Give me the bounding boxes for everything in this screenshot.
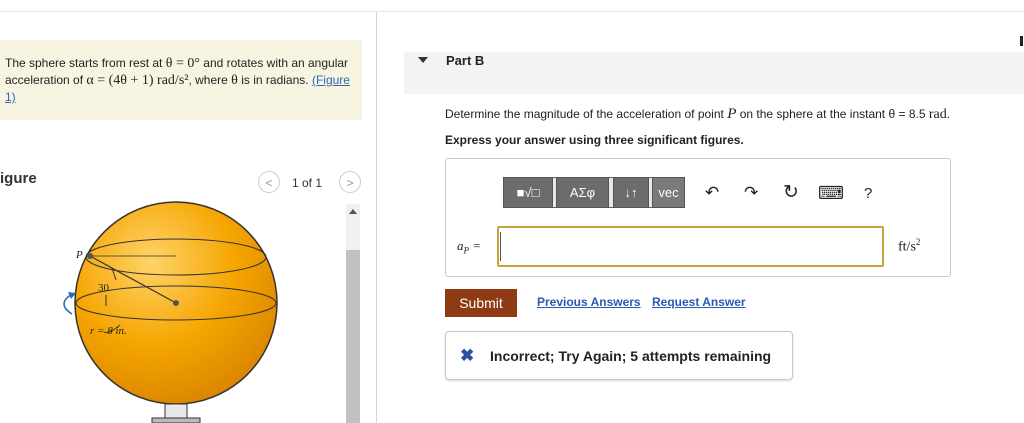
figure-prev-button[interactable]: < xyxy=(258,171,280,193)
figure-title: igure xyxy=(0,170,37,187)
problem-statement: The sphere starts from rest at θ = 0° an… xyxy=(0,40,362,120)
question-text: Determine the magnitude of the accelerat… xyxy=(445,106,950,123)
center-point xyxy=(173,300,179,306)
answer-label-eq: = xyxy=(469,238,482,253)
undo-icon[interactable]: ↶ xyxy=(705,183,719,203)
help-icon[interactable]: ? xyxy=(864,185,872,202)
label-radius: r = 8 in. xyxy=(90,325,127,337)
point-symbol: P xyxy=(727,106,737,122)
figure-page-count: 1 of 1 xyxy=(292,176,323,190)
answer-label: aP = xyxy=(457,238,481,256)
answer-input[interactable] xyxy=(497,226,884,267)
top-border xyxy=(0,11,1024,12)
text-cursor xyxy=(500,232,501,261)
feedback-message: Incorrect; Try Again; 5 attempts remaini… xyxy=(490,348,772,364)
submit-button[interactable]: Submit xyxy=(445,289,517,317)
answer-unit-base: ft/s xyxy=(898,239,916,255)
alpha-expression: α = (4θ + 1) rad/s² xyxy=(86,73,189,88)
part-b-header[interactable] xyxy=(404,52,1024,94)
request-answer-link[interactable]: Request Answer xyxy=(652,295,746,309)
problem-text: The sphere starts from rest at θ = 0° an… xyxy=(0,40,362,105)
figure-next-button[interactable]: > xyxy=(339,171,361,193)
incorrect-x-icon: ✖ xyxy=(460,346,475,365)
greek-symbols-button[interactable]: ΑΣφ xyxy=(556,177,609,208)
point-p-marker xyxy=(87,253,93,259)
theta-symbol: θ xyxy=(231,73,238,88)
subscript-superscript-button[interactable]: ↓↑ xyxy=(613,177,649,208)
question-unit: rad xyxy=(928,107,947,122)
scroll-up-arrow-icon[interactable] xyxy=(349,209,357,214)
figure-scrollbar-thumb[interactable] xyxy=(346,250,360,423)
part-b-title: Part B xyxy=(446,53,485,68)
sphere-base xyxy=(151,403,201,423)
answer-unit: ft/s2 xyxy=(898,237,920,256)
templates-button[interactable]: ■√□ xyxy=(503,177,553,208)
label-p: P xyxy=(75,249,83,261)
answer-unit-sup: 2 xyxy=(915,237,921,247)
previous-answers-link[interactable]: Previous Answers xyxy=(537,295,641,309)
theta-initial: θ = 0° xyxy=(165,56,200,71)
theta-value: θ = 8.5 xyxy=(888,107,926,121)
reset-icon[interactable]: ↻ xyxy=(783,181,799,204)
question-text-2: on the sphere at the instant xyxy=(739,107,886,121)
sphere-figure: P 30 r = 8 in. xyxy=(63,201,278,423)
problem-text-1: The sphere starts from rest at xyxy=(5,56,163,70)
pane-divider[interactable] xyxy=(376,12,377,423)
keyboard-icon[interactable]: ⌨ xyxy=(818,183,844,204)
collapse-caret-icon[interactable] xyxy=(418,57,428,63)
problem-text-3: , where xyxy=(188,73,228,87)
question-text-1: Determine the magnitude of the accelerat… xyxy=(445,107,724,121)
question-end: . xyxy=(946,107,951,121)
answer-instruction: Express your answer using three signific… xyxy=(445,133,744,147)
label-angle: 30 xyxy=(98,282,110,294)
redo-icon[interactable]: ↷ xyxy=(744,183,758,203)
edge-marker xyxy=(1020,36,1023,46)
vector-button[interactable]: vec xyxy=(652,177,685,208)
problem-text-4: is in radians. xyxy=(241,73,309,87)
